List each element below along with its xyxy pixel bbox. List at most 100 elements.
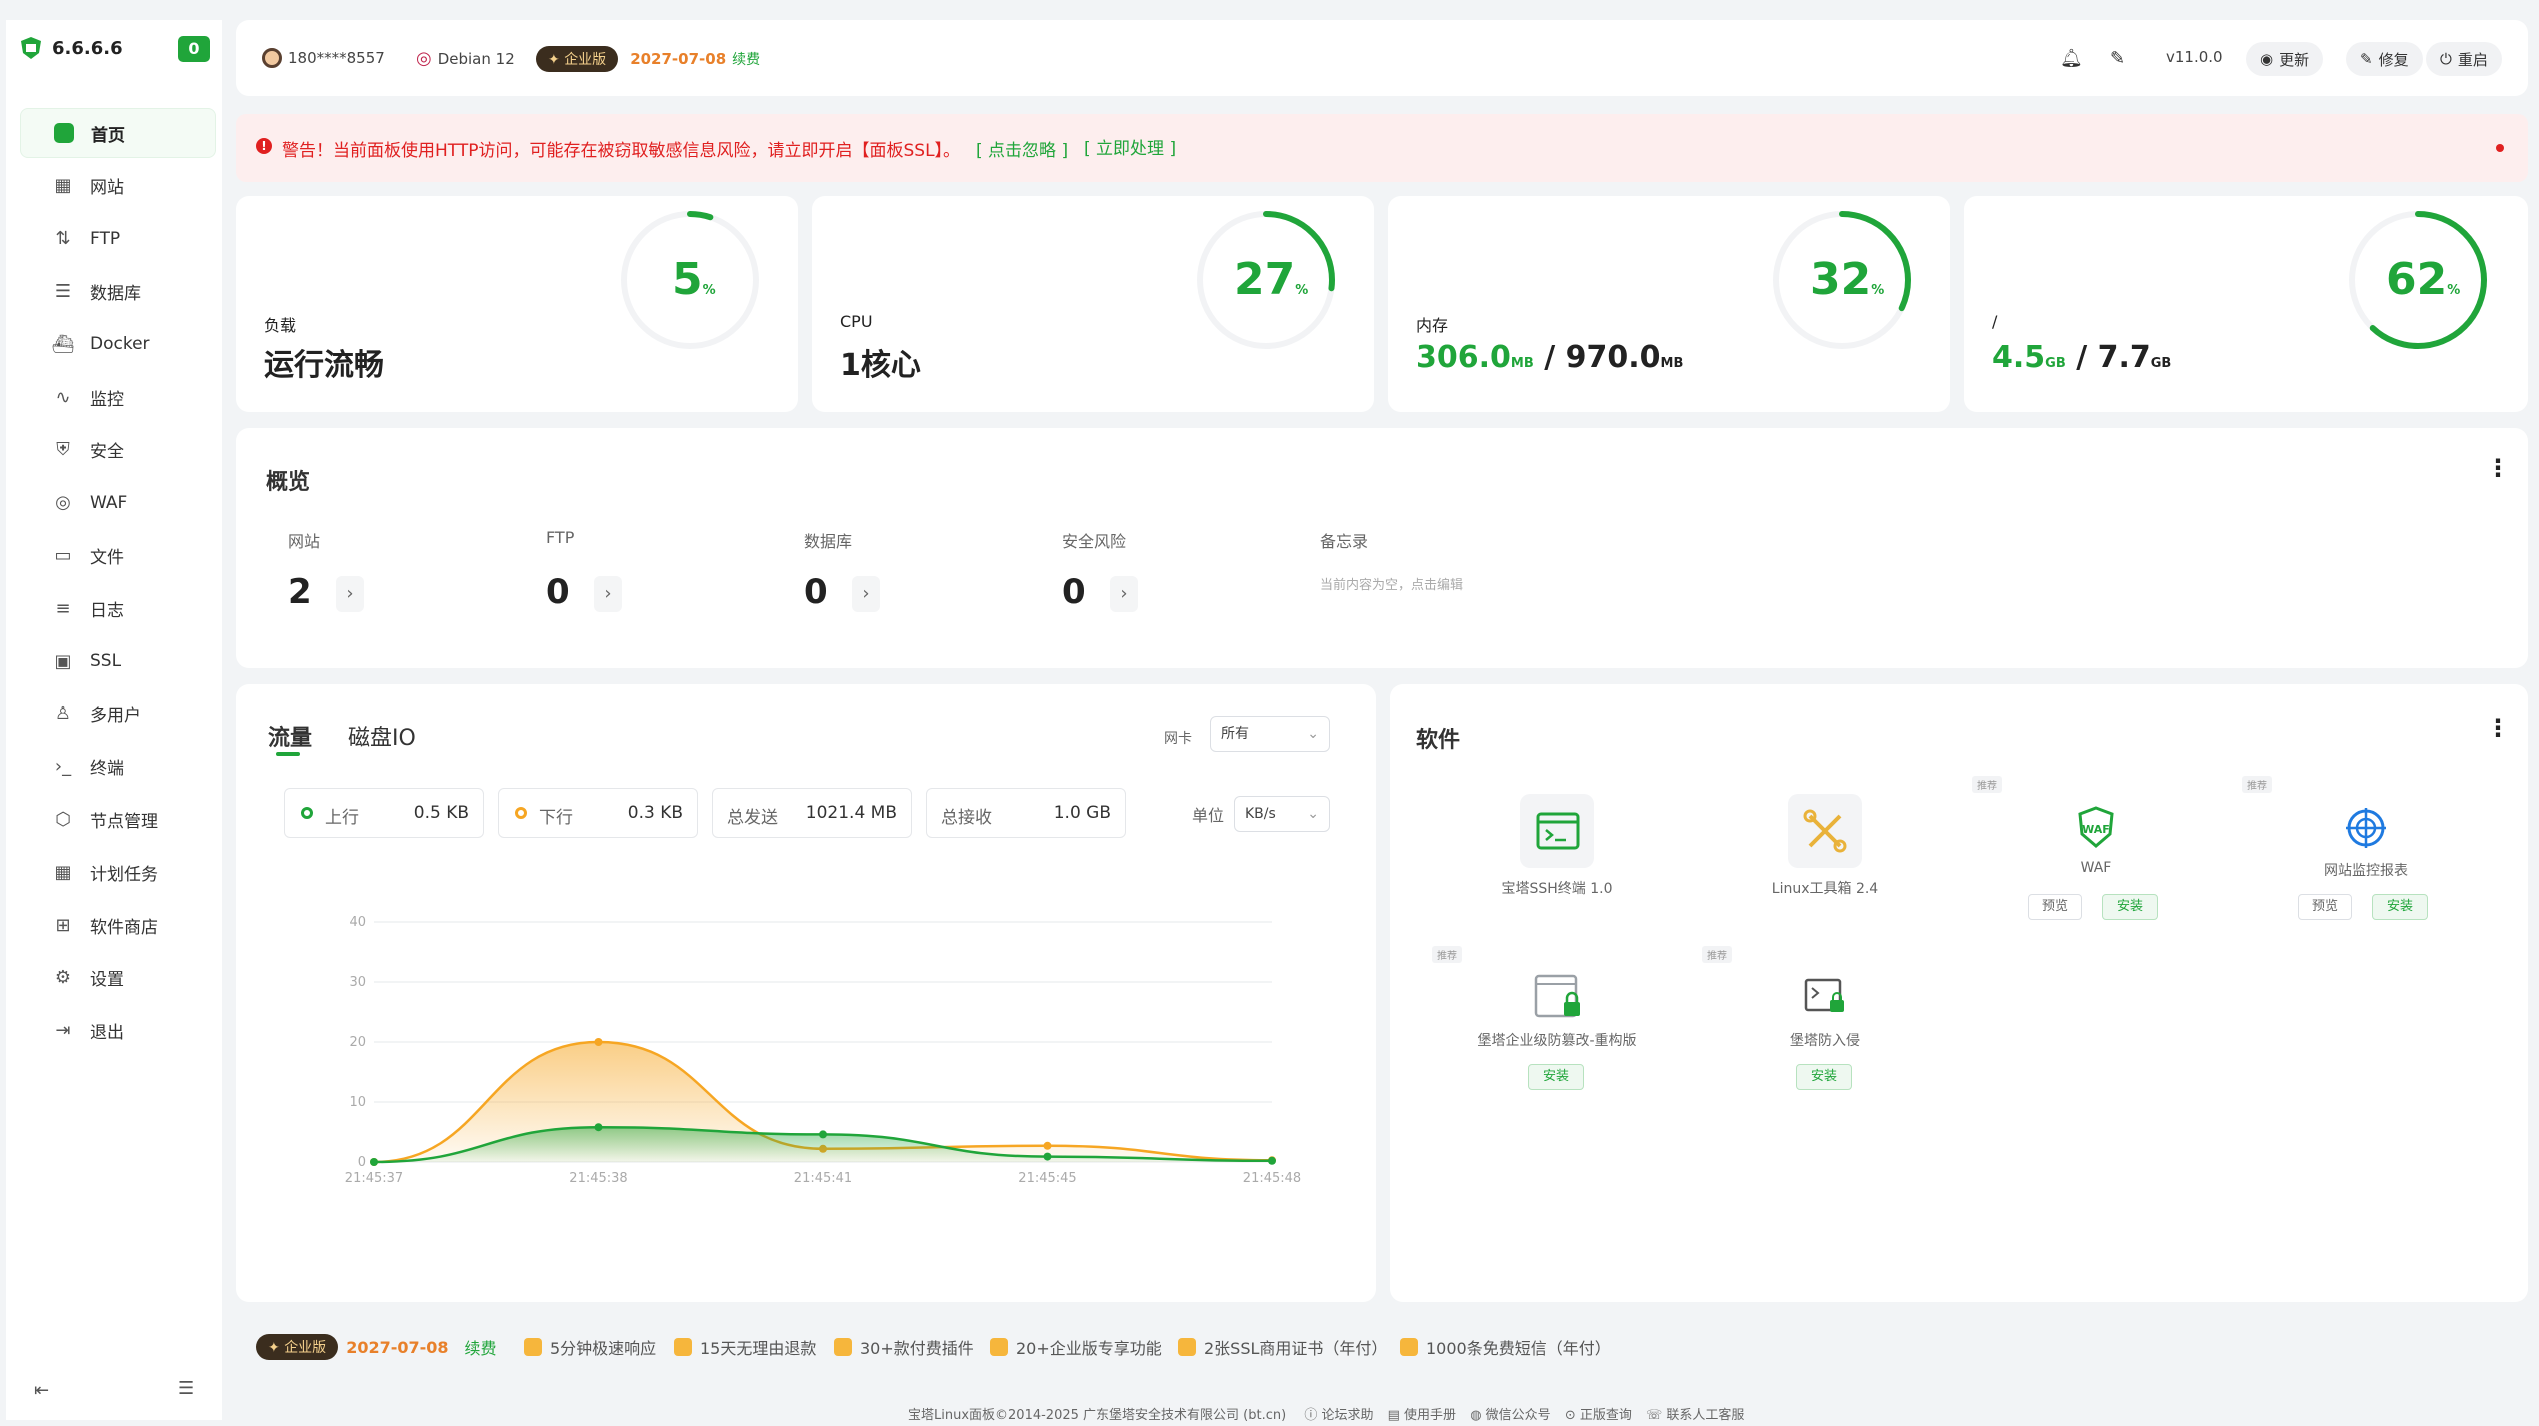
sidebar-item[interactable]: ⬡ 节点管理 xyxy=(20,794,216,844)
notes-icon[interactable]: ✎ xyxy=(2110,48,2125,69)
sidebar-item[interactable]: ▭ 文件 xyxy=(20,530,216,580)
sidebar-item[interactable]: ⇥ 退出 xyxy=(20,1006,216,1056)
sidebar-item[interactable]: ⚙ 设置 xyxy=(20,953,216,1003)
docker-icon: ⛴ xyxy=(51,333,75,355)
waf-shield-icon[interactable]: WAF xyxy=(2072,804,2120,852)
overview-memo[interactable]: 备忘录 当前内容为空，点击编辑 xyxy=(1320,528,1463,593)
restart-button[interactable]: ⏻ 重启 xyxy=(2426,42,2502,76)
version[interactable]: v11.0.0 xyxy=(2166,48,2223,66)
overview-more-icon[interactable]: ⋮ xyxy=(2486,456,2510,480)
sidebar-item[interactable]: ▦ 网站 xyxy=(20,161,216,211)
chevron-right-icon[interactable]: › xyxy=(852,576,880,612)
ftp-count: 0 xyxy=(546,572,570,612)
update-button[interactable]: ◉ 更新 xyxy=(2246,42,2324,76)
intrusion-label[interactable]: 堡塔防入侵 xyxy=(1700,1030,1950,1050)
tamper-proof-icon[interactable] xyxy=(1530,972,1586,1024)
user-account[interactable]: 180****8557 xyxy=(262,48,385,68)
fix-now-link[interactable]: [ 立即处理 ] xyxy=(1084,134,1176,159)
footer-edition[interactable]: ✦ 企业版 2027-07-08 续费 xyxy=(256,1334,497,1360)
overview-ftp[interactable]: FTP 0 › xyxy=(546,528,622,612)
sidebar-item[interactable]: ∿ 监控 xyxy=(20,372,216,422)
cpu-card[interactable]: 27% CPU 1核心 xyxy=(812,196,1374,412)
toolbox-label[interactable]: Linux工具箱 2.4 xyxy=(1700,878,1950,898)
waf-label[interactable]: WAF xyxy=(1971,860,2221,876)
software-card: 软件 ⋮ 宝塔SSH终端 1.0 Linux工具箱 2.4 推荐 WAF WAF… xyxy=(1390,684,2528,1302)
message-count-badge[interactable]: 0 xyxy=(178,36,210,62)
sidebar-item[interactable]: ⛨ 安全 xyxy=(20,425,216,475)
edition-info[interactable]: ✦ 企业版 2027-07-08 续费 xyxy=(536,46,760,72)
overview-websites[interactable]: 网站 2 › xyxy=(288,528,364,612)
waf-icon: ◎ xyxy=(55,492,71,514)
footer-renew-link[interactable]: 续费 xyxy=(465,1335,497,1359)
chevron-right-icon[interactable]: › xyxy=(336,576,364,612)
tab-disk-io[interactable]: 磁盘IO xyxy=(348,720,416,752)
bell-icon[interactable]: 🔔︎ xyxy=(2060,48,2083,69)
site-monitor-label[interactable]: 网站监控报表 xyxy=(2241,860,2491,880)
brand[interactable]: 6.6.6.6 xyxy=(20,36,123,60)
sidebar-item-label: 监控 xyxy=(90,389,124,410)
ignore-link[interactable]: [ 点击忽略 ] xyxy=(976,136,1068,161)
logout-icon: ⇥ xyxy=(55,1020,71,1042)
renew-link[interactable]: 续费 xyxy=(732,49,760,69)
overview-databases[interactable]: 数据库 0 › xyxy=(804,528,880,612)
sidebar-item[interactable]: ⇅ FTP xyxy=(20,214,216,264)
waf-preview-button[interactable]: 预览 xyxy=(2028,894,2082,920)
repair-label: 修复 xyxy=(2378,50,2409,69)
sidebar-item[interactable]: ›_ 终端 xyxy=(20,742,216,792)
support-link[interactable]: ☏ 联系人工客服 xyxy=(1646,1408,1744,1423)
tamper-proof-install-button[interactable]: 安装 xyxy=(1528,1064,1584,1090)
feature-label: 20+企业版专享功能 xyxy=(1016,1339,1162,1358)
forum-link[interactable]: ⓘ 论坛求助 xyxy=(1304,1408,1373,1423)
sidebar-item[interactable]: ☰ 数据库 xyxy=(20,266,216,316)
disk-percent-value: 62 xyxy=(2386,254,2448,305)
tab-traffic[interactable]: 流量 xyxy=(268,720,312,752)
site-monitor-install-button[interactable]: 安装 xyxy=(2372,894,2428,920)
site-monitor-preview-button[interactable]: 预览 xyxy=(2298,894,2352,920)
ssh-terminal-label[interactable]: 宝塔SSH终端 1.0 xyxy=(1432,878,1682,898)
sidebar-item[interactable]: ⊞ 软件商店 xyxy=(20,900,216,950)
sidebar-item[interactable]: 首页 xyxy=(20,108,216,158)
sidebar-item[interactable]: ⛴ Docker xyxy=(20,319,216,369)
data-point xyxy=(370,1158,378,1166)
ssh-terminal-icon[interactable] xyxy=(1520,794,1594,868)
top-header: 180****8557 ◎ Debian 12 ✦ 企业版 2027-07-08… xyxy=(236,20,2528,96)
software-more-icon[interactable]: ⋮ xyxy=(2486,716,2510,740)
sidebar-item[interactable]: ♙ 多用户 xyxy=(20,689,216,739)
nic-select[interactable]: 所有 ⌄ xyxy=(1210,716,1330,752)
memory-card[interactable]: 32% 内存 306.0MB / 970.0MB xyxy=(1388,196,1950,412)
sidebar-item[interactable]: ▣ SSL xyxy=(20,636,216,686)
user-icon: ♙ xyxy=(54,703,72,725)
sidebar-item-label: 节点管理 xyxy=(90,811,158,832)
user-phone: 180****8557 xyxy=(288,49,385,67)
repair-button[interactable]: ✎ 修复 xyxy=(2346,42,2423,76)
unit-select[interactable]: KB/s ⌄ xyxy=(1234,796,1330,832)
sidebar-item[interactable]: ◎ WAF xyxy=(20,478,216,528)
edition-badge: ✦ 企业版 xyxy=(256,1334,339,1360)
chevron-right-icon[interactable]: › xyxy=(594,576,622,612)
site-monitor-icon[interactable] xyxy=(2342,804,2390,852)
toolbox-icon[interactable] xyxy=(1788,794,1862,868)
overview-security-risk[interactable]: 安全风险 0 › xyxy=(1062,528,1138,612)
chevron-right-icon[interactable]: › xyxy=(1110,576,1138,612)
sidebar-item-label: FTP xyxy=(90,228,121,249)
menu-list-icon[interactable]: ☰ xyxy=(178,1378,194,1399)
genuine-check-link[interactable]: ⊙ 正版查询 xyxy=(1565,1408,1632,1423)
memory-total-unit: MB xyxy=(1660,356,1684,371)
shield-icon: ⛨ xyxy=(56,439,70,461)
sidebar-item[interactable]: ▦ 计划任务 xyxy=(20,847,216,897)
intrusion-icon[interactable] xyxy=(1800,974,1850,1022)
memo-placeholder[interactable]: 当前内容为空，点击编辑 xyxy=(1320,574,1463,593)
traffic-chart[interactable]: 0 10 20 30 40 21:45:37 21:45:38 21:45:41 21:45:4… xyxy=(236,904,1376,1294)
feature-label: 2张SSL商用证书（年付） xyxy=(1204,1339,1388,1358)
cpu-value: 1核心 xyxy=(840,348,921,383)
tamper-proof-label[interactable]: 堡塔企业级防篡改-重构版 xyxy=(1432,1030,1682,1050)
collapse-icon[interactable]: ⇤ xyxy=(34,1380,49,1401)
load-card[interactable]: 5% 负载 运行流畅 xyxy=(236,196,798,412)
disk-card[interactable]: 62% / 4.5GB / 7.7GB xyxy=(1964,196,2528,412)
waf-install-button[interactable]: 安装 xyxy=(2102,894,2158,920)
intrusion-install-button[interactable]: 安装 xyxy=(1796,1064,1852,1090)
sidebar-item[interactable]: ≡ 日志 xyxy=(20,583,216,633)
manual-link[interactable]: ▤ 使用手册 xyxy=(1388,1408,1456,1423)
wechat-link[interactable]: ◍ 微信公众号 xyxy=(1470,1408,1551,1423)
ssl-icon: ▣ xyxy=(54,650,72,672)
